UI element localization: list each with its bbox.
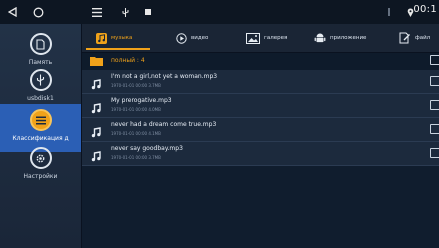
folder-icon [90, 51, 103, 70]
sidebar-item-label: Настройки [23, 173, 58, 180]
music-note-icon [91, 99, 101, 118]
play-icon [176, 29, 187, 48]
image-icon [143, 0, 153, 24]
back-triangle-icon[interactable] [4, 0, 22, 24]
tab-label: файл [415, 35, 431, 41]
notification-icon [384, 0, 394, 24]
file-meta: 1970-01-01 00:00 3.7MB [111, 155, 161, 160]
tab-apps[interactable]: приложение [314, 24, 366, 52]
sidebar: Память usbdisk1 Классификация д Настройк… [0, 24, 82, 248]
file-checkbox[interactable] [430, 124, 439, 134]
image-icon [246, 29, 260, 48]
status-bar: 00:1 [0, 0, 439, 24]
list-icon [29, 109, 52, 131]
file-name: My prerogative.mp3 [111, 97, 172, 104]
list-item[interactable]: I'm not a girl,not yet a woman.mp3 1970-… [82, 70, 439, 94]
file-checkbox[interactable] [430, 148, 439, 158]
tab-gallery[interactable]: галерея [246, 24, 287, 52]
file-checkbox[interactable] [430, 100, 439, 110]
file-name: I'm not a girl,not yet a woman.mp3 [111, 73, 218, 80]
folder-row[interactable]: полный : 4 [82, 52, 439, 68]
menu-icon[interactable] [90, 0, 104, 24]
music-note-icon [91, 123, 101, 142]
file-name: never had a dream come true.mp3 [111, 121, 217, 128]
file-edit-icon [399, 29, 411, 48]
usb-icon [29, 69, 52, 91]
sidebar-item-label: Классификация д [12, 135, 69, 142]
select-all-checkbox[interactable] [430, 55, 439, 65]
status-clock: 00:1 [413, 4, 437, 15]
folder-count-label: полный : 4 [111, 56, 145, 64]
file-meta: 1970-01-01 00:00 4.1MB [111, 131, 161, 136]
file-meta: 1970-01-01 00:00 3.7MB [111, 83, 161, 88]
music-note-icon [91, 147, 101, 166]
sidebar-item-label: usbdisk1 [27, 95, 54, 102]
home-circle-icon[interactable] [28, 0, 48, 24]
tab-label: галерея [264, 35, 288, 41]
tab-video[interactable]: видео [176, 24, 208, 52]
file-checkbox[interactable] [430, 76, 439, 86]
tab-label: видео [191, 35, 209, 41]
list-item[interactable]: My prerogative.mp3 1970-01-01 00:00 4.0M… [82, 94, 439, 118]
tab-label: музыка [111, 35, 133, 41]
file-list-empty-area [82, 166, 439, 248]
android-icon [314, 29, 326, 48]
list-item[interactable]: never had a dream come true.mp3 1970-01-… [82, 118, 439, 142]
music-note-icon [91, 75, 101, 94]
file-meta: 1970-01-01 00:00 4.0MB [111, 107, 161, 112]
file-name: never say goodbay.mp3 [111, 145, 183, 152]
list-item[interactable]: never say goodbay.mp3 1970-01-01 00:00 3… [82, 142, 439, 166]
music-note-icon [96, 29, 107, 48]
sidebar-item-settings[interactable]: Настройки [0, 142, 81, 190]
tab-files[interactable]: файл [399, 24, 430, 52]
usb-icon [120, 0, 130, 24]
tab-label: приложение [330, 35, 367, 41]
sd-card-icon [29, 33, 52, 55]
gear-icon [29, 147, 52, 169]
